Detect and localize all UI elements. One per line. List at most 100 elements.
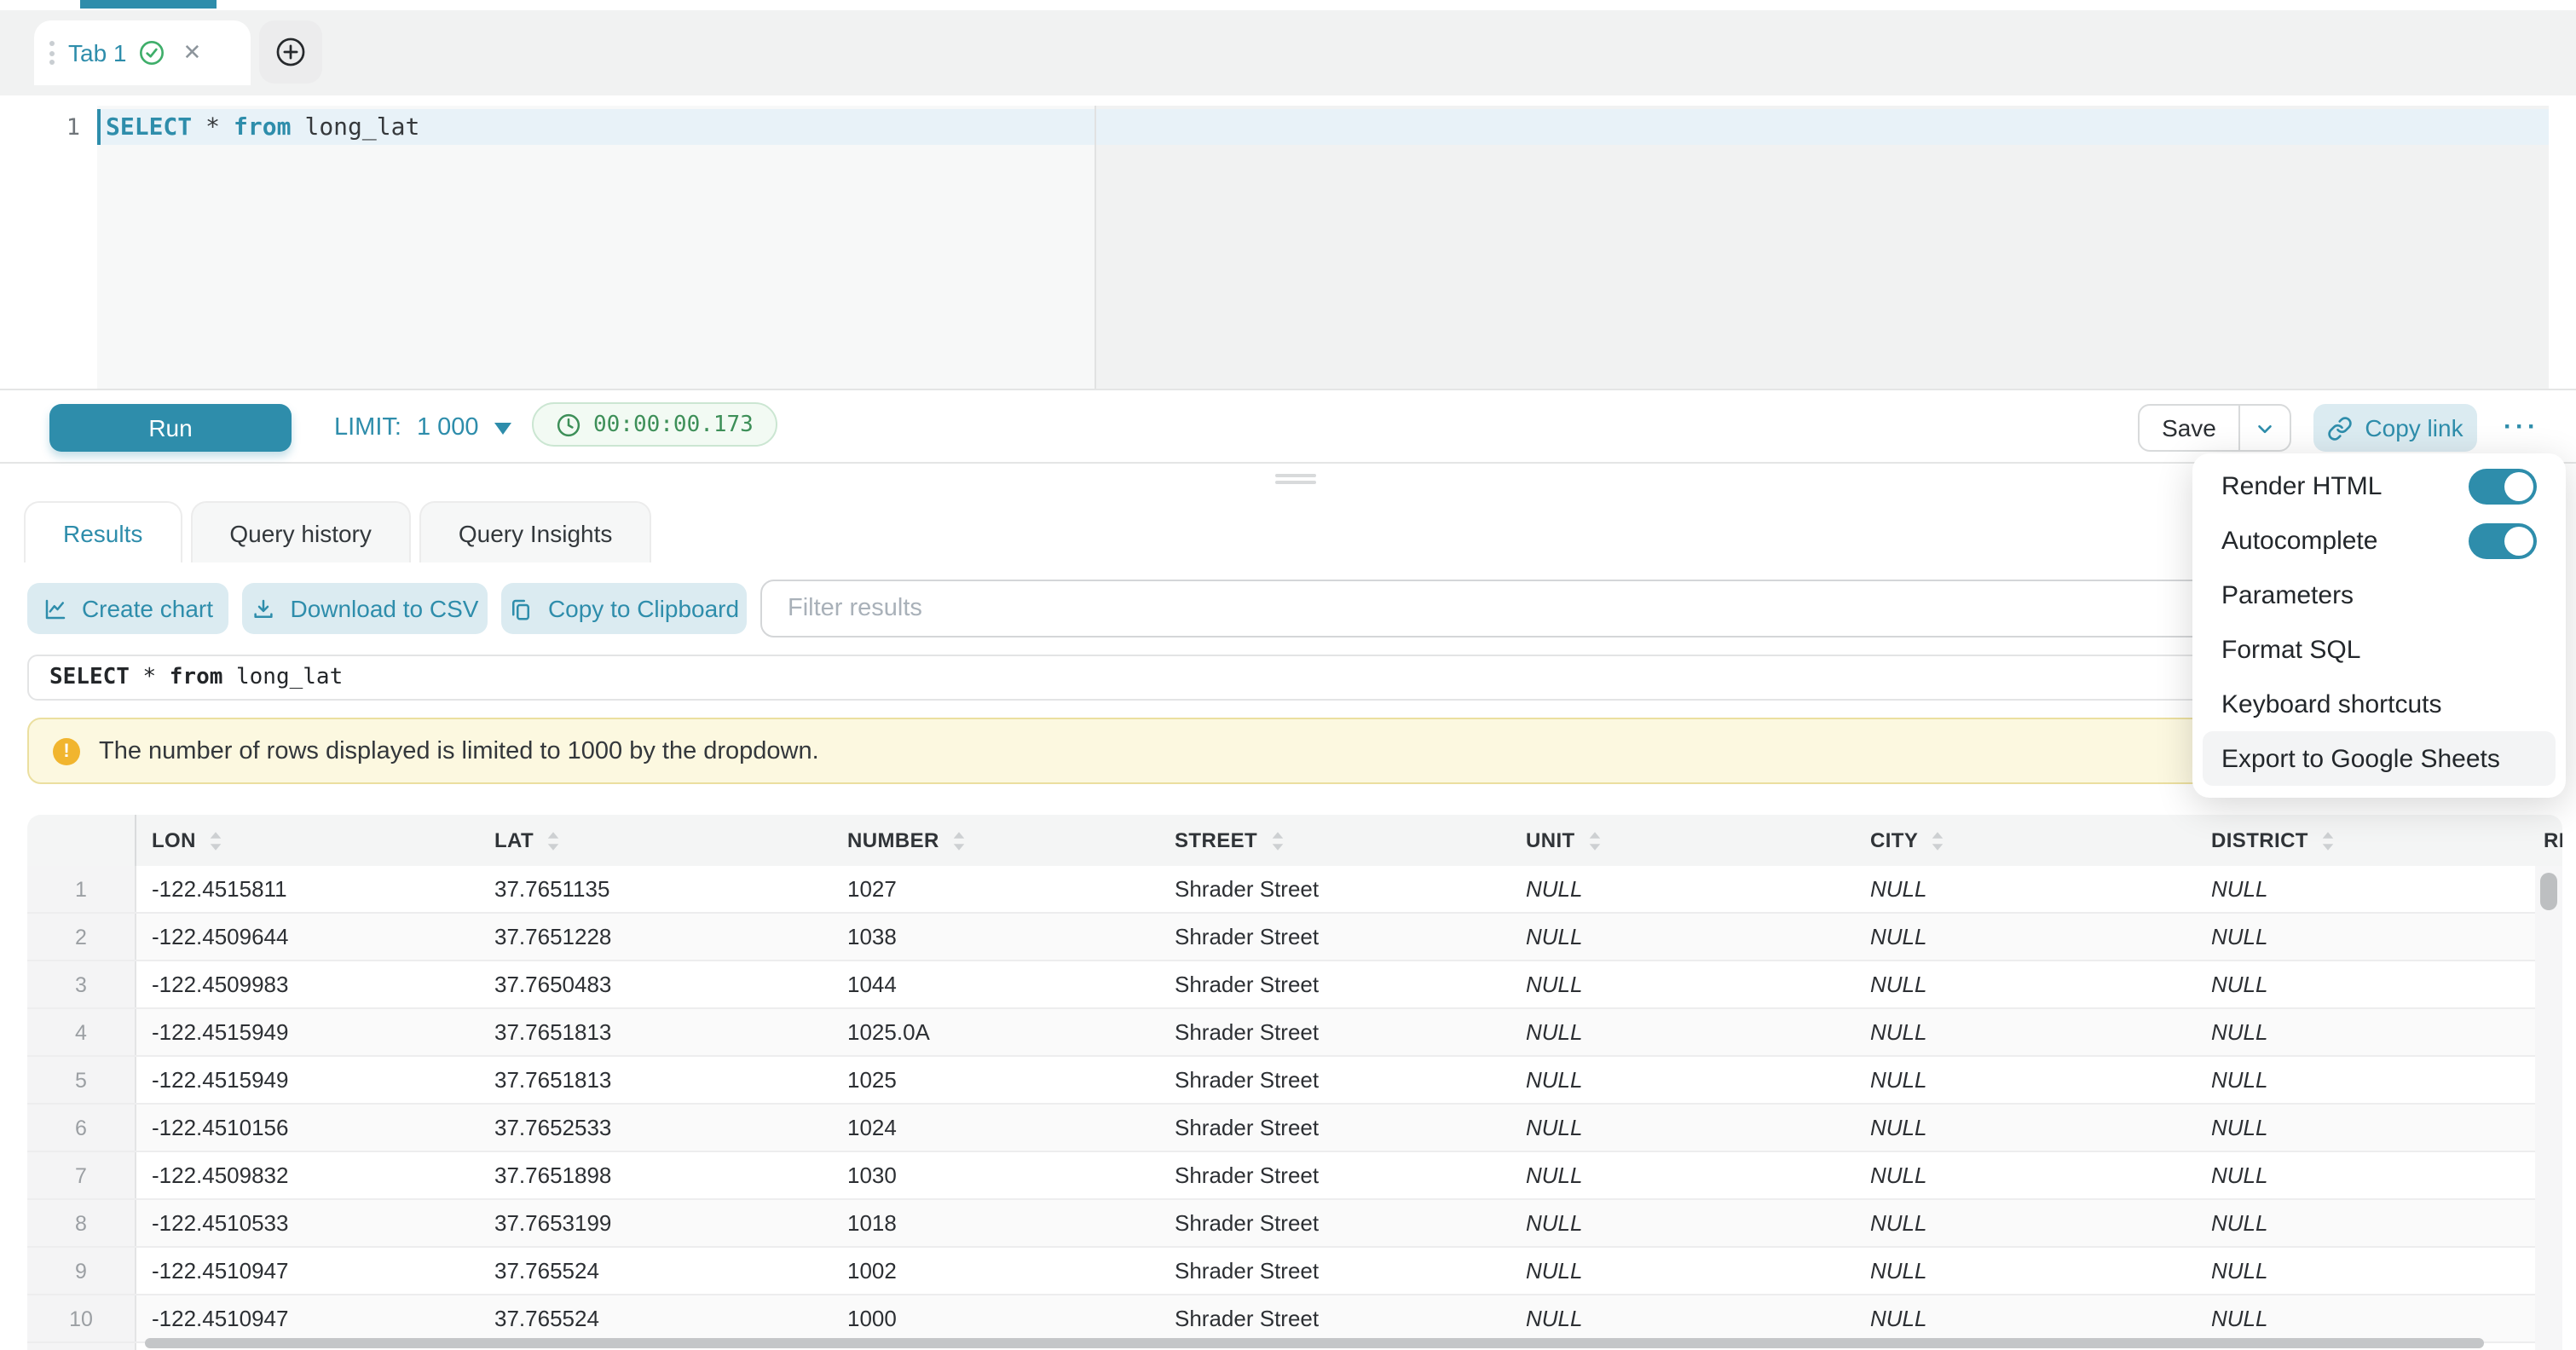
vertical-scrollbar-track[interactable] xyxy=(2535,866,2562,1350)
menu-item-autocomplete[interactable]: Autocomplete xyxy=(2203,513,2556,568)
menu-item-render-html[interactable]: Render HTML xyxy=(2203,459,2556,513)
run-button[interactable]: Run xyxy=(49,404,292,452)
column-header-district[interactable]: DISTRICT xyxy=(2196,815,2528,866)
cell-lon[interactable]: -122.4515949 xyxy=(136,1057,479,1103)
toggle-autocomplete[interactable] xyxy=(2469,522,2537,558)
column-header-lat[interactable]: LAT xyxy=(479,815,832,866)
cell-district[interactable]: NULL xyxy=(2196,866,2528,912)
cell-lon[interactable]: -122.4515949 xyxy=(136,1009,479,1055)
cell-lon[interactable]: -122.4510947 xyxy=(136,1295,479,1341)
tab-results[interactable]: Results xyxy=(24,501,182,562)
cell-street[interactable]: Shrader Street xyxy=(1159,1152,1510,1198)
column-header-re[interactable]: RE xyxy=(2528,815,2562,866)
cell-lat[interactable]: 37.765524 xyxy=(479,1248,832,1294)
cell-district[interactable]: NULL xyxy=(2196,1105,2528,1151)
table-row[interactable]: 4-122.451594937.76518131025.0AShrader St… xyxy=(27,1009,2562,1057)
cell-lat[interactable]: 37.7651898 xyxy=(479,1152,832,1198)
tab-query-insights[interactable]: Query Insights xyxy=(419,501,652,562)
cell-street[interactable]: Shrader Street xyxy=(1159,1295,1510,1341)
menu-item-export-to-google-sheets[interactable]: Export to Google Sheets xyxy=(2203,731,2556,786)
table-row[interactable]: 3-122.450998337.76504831044Shrader Stree… xyxy=(27,961,2562,1009)
save-split-button[interactable]: Save xyxy=(2138,404,2291,452)
copy-link-button[interactable]: Copy link xyxy=(2313,404,2477,452)
limit-dropdown[interactable]: LIMIT: 1 000 xyxy=(334,404,511,452)
cell-number[interactable]: 1025.0A xyxy=(832,1009,1159,1055)
horizontal-scrollbar-thumb[interactable] xyxy=(145,1338,2484,1348)
sort-icon[interactable] xyxy=(1269,829,1285,851)
cell-lat[interactable]: 37.7652533 xyxy=(479,1105,832,1151)
cell-unit[interactable]: NULL xyxy=(1510,1295,1855,1341)
download-csv-button[interactable]: Download to CSV xyxy=(242,583,488,634)
cell-city[interactable]: NULL xyxy=(1855,1009,2196,1055)
save-button[interactable]: Save xyxy=(2140,414,2238,441)
table-row[interactable]: 5-122.451594937.76518131025Shrader Stree… xyxy=(27,1057,2562,1105)
menu-item-parameters[interactable]: Parameters xyxy=(2203,568,2556,622)
cell-lat[interactable]: 37.7651813 xyxy=(479,1057,832,1103)
cell-number[interactable]: 1038 xyxy=(832,914,1159,960)
sql-code-line[interactable]: SELECT*fromlong_lat xyxy=(106,109,419,145)
cell-street[interactable]: Shrader Street xyxy=(1159,1057,1510,1103)
cell-number[interactable]: 1024 xyxy=(832,1105,1159,1151)
cell-city[interactable]: NULL xyxy=(1855,914,2196,960)
cell-city[interactable]: NULL xyxy=(1855,1200,2196,1246)
cell-lon[interactable]: -122.4510947 xyxy=(136,1248,479,1294)
cell-unit[interactable]: NULL xyxy=(1510,866,1855,912)
menu-item-format-sql[interactable]: Format SQL xyxy=(2203,622,2556,677)
table-row[interactable]: 8-122.451053337.76531991018Shrader Stree… xyxy=(27,1200,2562,1248)
cell-street[interactable]: Shrader Street xyxy=(1159,1200,1510,1246)
column-header-city[interactable]: CITY xyxy=(1855,815,2196,866)
cell-district[interactable]: NULL xyxy=(2196,1152,2528,1198)
cell-unit[interactable]: NULL xyxy=(1510,1200,1855,1246)
cell-lon[interactable]: -122.4509832 xyxy=(136,1152,479,1198)
cell-lat[interactable]: 37.765524 xyxy=(479,1295,832,1341)
sort-icon[interactable] xyxy=(1930,829,1945,851)
cell-district[interactable]: NULL xyxy=(2196,961,2528,1007)
column-header-number[interactable]: NUMBER xyxy=(832,815,1159,866)
cell-district[interactable]: NULL xyxy=(2196,1200,2528,1246)
cell-unit[interactable]: NULL xyxy=(1510,1248,1855,1294)
sort-icon[interactable] xyxy=(208,829,223,851)
cell-unit[interactable]: NULL xyxy=(1510,961,1855,1007)
cell-number[interactable]: 1025 xyxy=(832,1057,1159,1103)
cell-number[interactable]: 1000 xyxy=(832,1295,1159,1341)
table-row[interactable]: 10-122.451094737.7655241000Shrader Stree… xyxy=(27,1295,2562,1343)
cell-unit[interactable]: NULL xyxy=(1510,914,1855,960)
cell-district[interactable]: NULL xyxy=(2196,1009,2528,1055)
column-header-lon[interactable]: LON xyxy=(136,815,479,866)
table-row[interactable]: 6-122.451015637.76525331024Shrader Stree… xyxy=(27,1105,2562,1152)
cell-city[interactable]: NULL xyxy=(1855,961,2196,1007)
tab-1[interactable]: Tab 1 ✕ xyxy=(34,20,251,85)
pane-splitter-handle[interactable] xyxy=(1275,472,1316,486)
cell-number[interactable]: 1027 xyxy=(832,866,1159,912)
menu-item-keyboard-shortcuts[interactable]: Keyboard shortcuts xyxy=(2203,677,2556,731)
cell-number[interactable]: 1044 xyxy=(832,961,1159,1007)
cell-street[interactable]: Shrader Street xyxy=(1159,866,1510,912)
sort-icon[interactable] xyxy=(951,829,967,851)
cell-number[interactable]: 1002 xyxy=(832,1248,1159,1294)
sort-icon[interactable] xyxy=(546,829,561,851)
cell-district[interactable]: NULL xyxy=(2196,1248,2528,1294)
add-tab-button[interactable] xyxy=(259,20,322,84)
cell-unit[interactable]: NULL xyxy=(1510,1057,1855,1103)
copy-clipboard-button[interactable]: Copy to Clipboard xyxy=(501,583,747,634)
table-row[interactable]: 2-122.450964437.76512281038Shrader Stree… xyxy=(27,914,2562,961)
cell-district[interactable]: NULL xyxy=(2196,1295,2528,1341)
cell-number[interactable]: 1018 xyxy=(832,1200,1159,1246)
cell-street[interactable]: Shrader Street xyxy=(1159,1248,1510,1294)
table-row[interactable]: 1-122.451581137.76511351027Shrader Stree… xyxy=(27,866,2562,914)
vertical-scrollbar-thumb[interactable] xyxy=(2540,873,2557,910)
cell-district[interactable]: NULL xyxy=(2196,914,2528,960)
column-header-street[interactable]: STREET xyxy=(1159,815,1510,866)
cell-lat[interactable]: 37.7650483 xyxy=(479,961,832,1007)
cell-lon[interactable]: -122.4509644 xyxy=(136,914,479,960)
tab-query-history[interactable]: Query history xyxy=(190,501,411,562)
column-header-unit[interactable]: UNIT xyxy=(1510,815,1855,866)
cell-lon[interactable]: -122.4509983 xyxy=(136,961,479,1007)
cell-street[interactable]: Shrader Street xyxy=(1159,914,1510,960)
cell-city[interactable]: NULL xyxy=(1855,866,2196,912)
cell-district[interactable]: NULL xyxy=(2196,1057,2528,1103)
cell-lat[interactable]: 37.7651813 xyxy=(479,1009,832,1055)
create-chart-button[interactable]: Create chart xyxy=(27,583,228,634)
cell-unit[interactable]: NULL xyxy=(1510,1105,1855,1151)
table-row[interactable]: 7-122.450983237.76518981030Shrader Stree… xyxy=(27,1152,2562,1200)
